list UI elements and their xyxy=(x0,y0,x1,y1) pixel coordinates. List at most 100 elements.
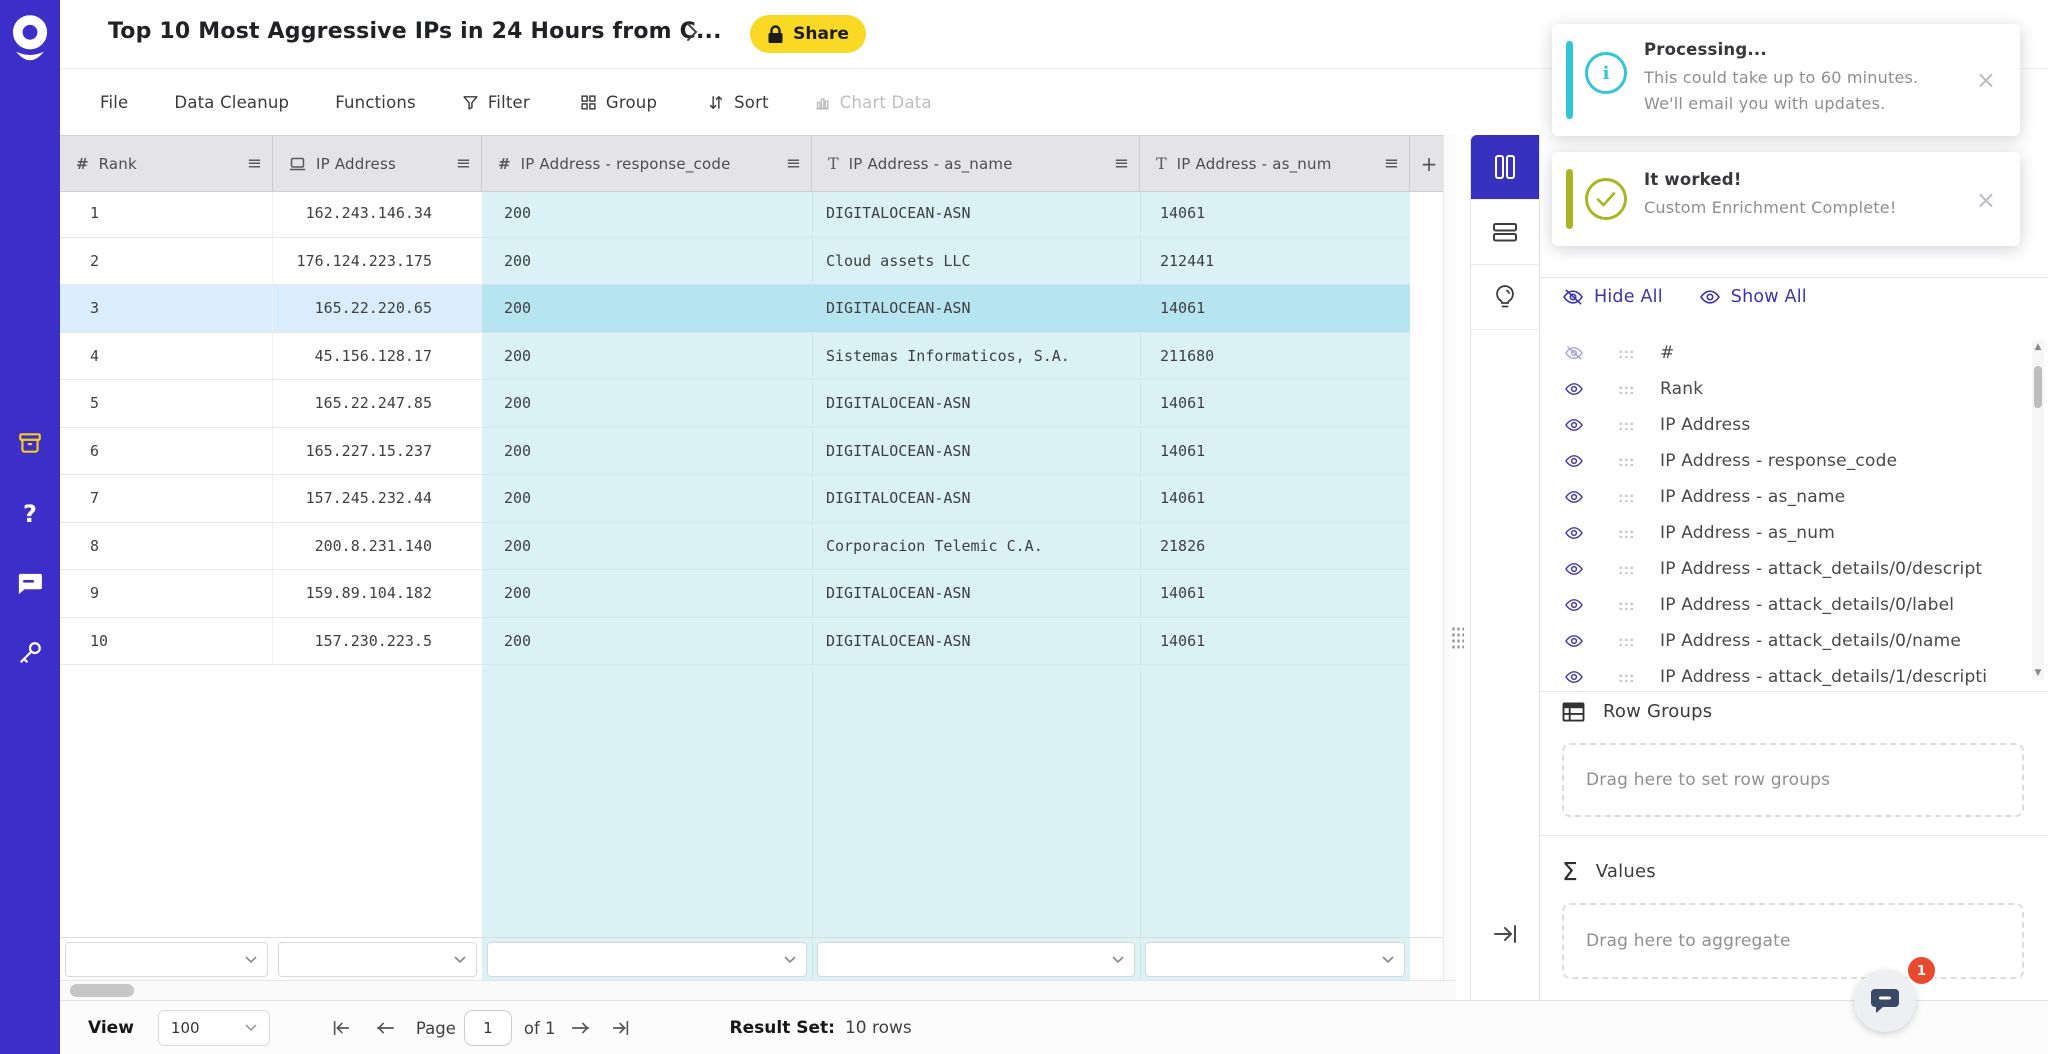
cell-as-num[interactable]: 14061 xyxy=(1140,570,1410,618)
panel-resize-handle[interactable] xyxy=(1451,626,1464,650)
cell-as-name[interactable]: Sistemas Informaticos, S.A. xyxy=(812,333,1140,381)
key-icon[interactable] xyxy=(0,640,60,666)
cell-as-num[interactable]: 14061 xyxy=(1140,285,1410,333)
cell-as-name[interactable]: Corporacion Telemic C.A. xyxy=(812,523,1140,571)
add-column-button[interactable]: + xyxy=(1410,136,1442,191)
eye-icon[interactable] xyxy=(1564,669,1584,685)
cell-as-num[interactable]: 212441 xyxy=(1140,238,1410,286)
table-row[interactable]: 6165.227.15.237200DIGITALOCEAN-ASN14061 xyxy=(60,428,1410,476)
cell-response-code[interactable]: 200 xyxy=(482,475,812,523)
filter-dropdown-rank[interactable] xyxy=(65,942,268,977)
cell-as-num[interactable]: 14061 xyxy=(1140,618,1410,666)
drag-handle[interactable] xyxy=(1618,565,1634,574)
field-item[interactable]: IP Address - attack_details/0/name xyxy=(1540,623,2030,659)
column-menu-icon[interactable]: ≡ xyxy=(1384,153,1399,174)
cell-ip[interactable]: 200.8.231.140 xyxy=(273,523,482,571)
cell-rank[interactable]: 9 xyxy=(60,570,273,618)
cell-ip[interactable]: 159.89.104.182 xyxy=(273,570,482,618)
field-item[interactable]: Rank xyxy=(1540,371,2030,407)
next-page-button[interactable] xyxy=(568,1015,594,1041)
help-icon[interactable]: ? xyxy=(0,500,60,528)
cell-ip[interactable]: 165.22.247.85 xyxy=(273,380,482,428)
drag-handle[interactable] xyxy=(1618,385,1634,394)
field-item[interactable]: IP Address - as_num xyxy=(1540,515,2030,551)
cell-as-name[interactable]: DIGITALOCEAN-ASN xyxy=(812,618,1140,666)
last-page-button[interactable] xyxy=(608,1015,634,1041)
scroll-down-icon[interactable]: ▼ xyxy=(2032,668,2044,678)
table-row[interactable]: 1162.243.146.34200DIGITALOCEAN-ASN14061 xyxy=(60,190,1410,238)
cell-ip[interactable]: 165.22.220.65 xyxy=(273,285,482,333)
tab-insights[interactable] xyxy=(1471,265,1539,330)
cell-rank[interactable]: 4 xyxy=(60,333,273,381)
cell-rank[interactable]: 3 xyxy=(60,285,273,333)
collapse-panel-button[interactable] xyxy=(1471,922,1539,946)
column-menu-icon[interactable]: ≡ xyxy=(456,153,471,174)
cell-ip[interactable]: 157.230.223.5 xyxy=(273,618,482,666)
table-row[interactable]: 2176.124.223.175200Cloud assets LLC21244… xyxy=(60,238,1410,286)
cell-ip[interactable]: 162.243.146.34 xyxy=(273,190,482,238)
eye-icon[interactable] xyxy=(1564,597,1584,613)
cell-rank[interactable]: 2 xyxy=(60,238,273,286)
cell-rank[interactable]: 7 xyxy=(60,475,273,523)
horizontal-scrollbar-thumb[interactable] xyxy=(70,984,134,997)
cell-response-code[interactable]: 200 xyxy=(482,428,812,476)
title-chevron-icon[interactable] xyxy=(684,20,700,44)
eye-icon[interactable] xyxy=(1564,561,1584,577)
table-row[interactable]: 8200.8.231.140200Corporacion Telemic C.A… xyxy=(60,523,1410,571)
table-vertical-scrollbar[interactable] xyxy=(1443,135,1457,980)
cell-as-name[interactable]: DIGITALOCEAN-ASN xyxy=(812,428,1140,476)
cell-as-name[interactable]: DIGITALOCEAN-ASN xyxy=(812,190,1140,238)
cell-rank[interactable]: 10 xyxy=(60,618,273,666)
field-list-scrollbar-thumb[interactable] xyxy=(2034,366,2042,408)
drag-handle[interactable] xyxy=(1618,673,1634,682)
share-button[interactable]: Share xyxy=(750,15,866,53)
table-row[interactable]: 10157.230.223.5200DIGITALOCEAN-ASN14061 xyxy=(60,618,1410,666)
cell-rank[interactable]: 1 xyxy=(60,190,273,238)
column-header-as-num[interactable]: T IP Address - as_num ≡ xyxy=(1140,136,1410,191)
cell-rank[interactable]: 6 xyxy=(60,428,273,476)
cell-as-num[interactable]: 14061 xyxy=(1140,380,1410,428)
filter-dropdown-as-num[interactable] xyxy=(1145,942,1405,977)
table-row-selected[interactable]: 3165.22.220.65200DIGITALOCEAN-ASN14061 xyxy=(60,285,1410,333)
cell-as-num[interactable]: 14061 xyxy=(1140,475,1410,523)
drag-handle[interactable] xyxy=(1618,601,1634,610)
cell-rank[interactable]: 5 xyxy=(60,380,273,428)
menu-file[interactable]: File xyxy=(100,93,128,112)
table-horizontal-scrollbar[interactable] xyxy=(60,980,1456,1001)
page-number-input[interactable]: 1 xyxy=(464,1010,512,1046)
column-menu-icon[interactable]: ≡ xyxy=(247,153,262,174)
drag-handle[interactable] xyxy=(1618,529,1634,538)
chat-widget-button[interactable] xyxy=(1854,970,1916,1032)
cell-as-num[interactable]: 211680 xyxy=(1140,333,1410,381)
eye-off-icon[interactable] xyxy=(1564,345,1584,361)
show-all-button[interactable]: Show All xyxy=(1699,287,1807,307)
menu-sort[interactable]: Sort xyxy=(707,93,769,112)
eye-icon[interactable] xyxy=(1564,417,1584,433)
field-item[interactable]: IP Address - attack_details/1/descripti xyxy=(1540,659,2030,687)
previous-page-button[interactable] xyxy=(372,1015,398,1041)
column-header-ip-address[interactable]: IP Address ≡ xyxy=(273,136,482,191)
chat-sidebar-icon[interactable] xyxy=(0,572,60,596)
field-item[interactable]: IP Address - response_code xyxy=(1540,443,2030,479)
cell-rank[interactable]: 8 xyxy=(60,523,273,571)
eye-icon[interactable] xyxy=(1564,489,1584,505)
menu-chart-data[interactable]: Chart Data xyxy=(814,93,932,112)
column-menu-icon[interactable]: ≡ xyxy=(786,153,801,174)
cell-as-name[interactable]: DIGITALOCEAN-ASN xyxy=(812,475,1140,523)
first-page-button[interactable] xyxy=(328,1015,354,1041)
cell-response-code[interactable]: 200 xyxy=(482,618,812,666)
cell-response-code[interactable]: 200 xyxy=(482,285,812,333)
cell-as-name[interactable]: DIGITALOCEAN-ASN xyxy=(812,285,1140,333)
cell-ip[interactable]: 157.245.232.44 xyxy=(273,475,482,523)
menu-group[interactable]: Group xyxy=(580,93,657,112)
cell-as-name[interactable]: DIGITALOCEAN-ASN xyxy=(812,570,1140,618)
cell-ip[interactable]: 45.156.128.17 xyxy=(273,333,482,381)
eye-icon[interactable] xyxy=(1564,525,1584,541)
cell-response-code[interactable]: 200 xyxy=(482,523,812,571)
eye-icon[interactable] xyxy=(1564,381,1584,397)
close-icon[interactable]: × xyxy=(1976,188,1996,212)
table-row[interactable]: 5165.22.247.85200DIGITALOCEAN-ASN14061 xyxy=(60,380,1410,428)
field-list-scrollbar[interactable]: ▲ ▼ xyxy=(2032,340,2044,680)
drag-handle[interactable] xyxy=(1618,421,1634,430)
cell-response-code[interactable]: 200 xyxy=(482,333,812,381)
